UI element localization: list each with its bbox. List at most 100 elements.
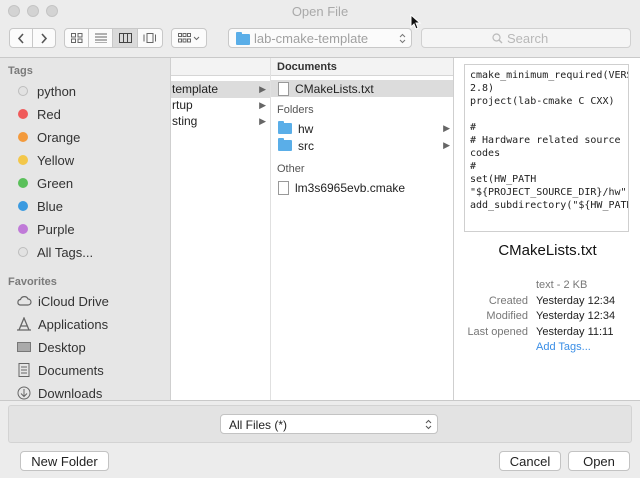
sidebar-tag-python[interactable]: python bbox=[18, 81, 76, 101]
sidebar-item-label: Applications bbox=[38, 316, 109, 332]
arrange-menu-button[interactable] bbox=[171, 28, 207, 48]
file-label: CMakeLists.txt bbox=[295, 81, 374, 96]
view-icons-button[interactable] bbox=[64, 28, 89, 48]
cancel-button[interactable]: Cancel bbox=[499, 451, 561, 471]
applications-icon bbox=[17, 317, 31, 331]
folder-row-src[interactable]: src ▶ bbox=[271, 137, 453, 154]
sidebar-tag-orange[interactable]: Orange bbox=[18, 127, 80, 147]
bottom-bar: All Files (*) New Folder Cancel Open bbox=[0, 400, 640, 478]
document-icon bbox=[278, 180, 289, 195]
sidebar-item-desktop[interactable]: Desktop bbox=[16, 337, 86, 357]
created-label: Created bbox=[488, 295, 528, 307]
folder-icon bbox=[278, 121, 292, 134]
view-coverflow-button[interactable] bbox=[137, 28, 163, 48]
chevron-left-icon bbox=[17, 32, 24, 44]
tag-dot-icon bbox=[18, 224, 28, 234]
path-popup-label: lab-cmake-template bbox=[254, 31, 369, 46]
arrange-icon bbox=[178, 33, 200, 43]
tag-dot-icon bbox=[18, 86, 28, 96]
file-type-select[interactable]: All Files (*) bbox=[220, 414, 438, 434]
sidebar-tag-yellow[interactable]: Yellow bbox=[18, 150, 74, 170]
columns-view-icon bbox=[118, 33, 132, 43]
modified-value: Yesterday 12:34 bbox=[536, 310, 616, 322]
back-button[interactable] bbox=[9, 28, 33, 48]
last-opened-label: Last opened bbox=[467, 326, 528, 338]
tag-dot-icon bbox=[18, 201, 28, 211]
browser-row-testing[interactable]: sting ▶ bbox=[171, 113, 270, 130]
folder-icon bbox=[278, 138, 292, 151]
list-view-icon bbox=[94, 33, 107, 43]
sidebar-all-tags[interactable]: All Tags... bbox=[18, 242, 93, 262]
sidebar-tag-green[interactable]: Green bbox=[18, 173, 73, 193]
created-value: Yesterday 12:34 bbox=[536, 295, 616, 307]
folder-label: hw bbox=[298, 121, 314, 136]
sidebar-item-label: Purple bbox=[37, 221, 75, 237]
sidebar-item-downloads[interactable]: Downloads bbox=[16, 383, 102, 400]
search-placeholder: Search bbox=[507, 31, 549, 46]
search-icon bbox=[492, 33, 503, 44]
tag-dot-icon bbox=[18, 132, 28, 142]
updown-chevron-icon bbox=[399, 33, 406, 44]
tag-dot-icon bbox=[18, 247, 28, 257]
disclosure-arrow-icon: ▶ bbox=[259, 100, 266, 110]
row-label: rtup bbox=[172, 98, 193, 112]
sidebar-item-label: python bbox=[37, 83, 77, 99]
preview-type-size: text - 2 KB bbox=[536, 279, 588, 291]
documents-header: Documents bbox=[271, 58, 453, 76]
folder-icon bbox=[236, 32, 250, 45]
folders-header: Folders bbox=[277, 104, 314, 116]
document-icon bbox=[278, 81, 289, 96]
disclosure-arrow-icon: ▶ bbox=[443, 140, 450, 150]
column-header bbox=[171, 58, 270, 76]
disclosure-arrow-icon: ▶ bbox=[443, 123, 450, 133]
open-button[interactable]: Open bbox=[568, 451, 630, 471]
row-label: template bbox=[172, 82, 219, 96]
documents-icon bbox=[18, 363, 30, 377]
updown-chevron-icon bbox=[425, 419, 432, 430]
disclosure-arrow-icon: ▶ bbox=[259, 84, 266, 94]
search-field[interactable]: Search bbox=[421, 28, 631, 48]
sidebar-tag-blue[interactable]: Blue bbox=[18, 196, 63, 216]
add-tags-link[interactable]: Add Tags... bbox=[536, 341, 591, 353]
chevron-right-icon bbox=[41, 32, 48, 44]
sidebar-item-label: Downloads bbox=[38, 385, 103, 401]
title-bar: Open File bbox=[0, 0, 640, 30]
preview-filename: CMakeLists.txt bbox=[498, 242, 597, 259]
view-columns-button[interactable] bbox=[112, 28, 138, 48]
sidebar-item-applications[interactable]: Applications bbox=[16, 314, 108, 334]
browser-row-template[interactable]: template ▶ bbox=[171, 81, 270, 98]
file-row-cmakelists[interactable]: CMakeLists.txt bbox=[271, 80, 453, 97]
file-type-select-value: All Files (*) bbox=[229, 418, 288, 432]
sidebar-item-label: Desktop bbox=[38, 339, 86, 355]
browser-column-2: Documents CMakeLists.txt Folders hw ▶ sr… bbox=[271, 58, 453, 400]
new-folder-button[interactable]: New Folder bbox=[20, 451, 109, 471]
browser-column-1: template ▶ rtup ▶ sting ▶ bbox=[171, 58, 271, 400]
file-row-lm3s6965evb[interactable]: lm3s6965evb.cmake bbox=[271, 179, 453, 196]
view-list-button[interactable] bbox=[88, 28, 113, 48]
favorites-header: Favorites bbox=[8, 276, 57, 288]
desktop-icon bbox=[17, 342, 31, 352]
window-title: Open File bbox=[291, 4, 349, 19]
tag-dot-icon bbox=[18, 178, 28, 188]
downloads-icon bbox=[17, 386, 31, 400]
sidebar-item-label: iCloud Drive bbox=[38, 293, 109, 309]
forward-button[interactable] bbox=[32, 28, 56, 48]
sidebar-item-label: Yellow bbox=[37, 152, 75, 168]
tags-header: Tags bbox=[8, 65, 33, 77]
sidebar-item-label: Green bbox=[37, 175, 74, 191]
sidebar-item-label: Documents bbox=[38, 362, 104, 378]
file-type-filter-area: All Files (*) bbox=[8, 405, 632, 443]
path-popup[interactable]: lab-cmake-template bbox=[228, 28, 412, 48]
sidebar-tag-purple[interactable]: Purple bbox=[18, 219, 75, 239]
modified-label: Modified bbox=[486, 310, 528, 322]
file-browser: template ▶ rtup ▶ sting ▶ Documents CMak… bbox=[170, 58, 453, 400]
sidebar-tag-red[interactable]: Red bbox=[18, 104, 61, 124]
sidebar-item-icloud-drive[interactable]: iCloud Drive bbox=[16, 291, 109, 311]
tag-dot-icon bbox=[18, 109, 28, 119]
other-header: Other bbox=[277, 163, 305, 175]
folder-row-hw[interactable]: hw ▶ bbox=[271, 120, 453, 137]
file-preview-thumbnail: cmake_minimum_required(VERSION 2.8) proj… bbox=[464, 64, 629, 232]
file-label: lm3s6965evb.cmake bbox=[295, 180, 406, 195]
sidebar-item-documents[interactable]: Documents bbox=[16, 360, 104, 380]
browser-row-startup[interactable]: rtup ▶ bbox=[171, 97, 270, 114]
